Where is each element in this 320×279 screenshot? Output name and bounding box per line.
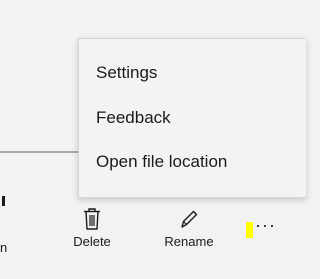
rename-label: Rename [164, 234, 214, 249]
menu-item-settings[interactable]: Settings [96, 62, 157, 84]
more-button[interactable]: ··· [243, 215, 293, 242]
delete-button[interactable]: Delete [66, 208, 118, 250]
more-highlight [246, 222, 253, 238]
menu-item-feedback[interactable]: Feedback [96, 107, 171, 129]
menu-item-open-file-location[interactable]: Open file location [96, 151, 227, 173]
pencil-icon [181, 210, 198, 228]
divider-line [0, 151, 80, 153]
context-menu: Settings Feedback Open file location [78, 38, 306, 198]
trash-icon [84, 208, 100, 230]
edge-icon [2, 196, 5, 206]
rename-button[interactable]: Rename [156, 208, 222, 250]
more-icon: ··· [255, 215, 276, 235]
edge-label: n [0, 240, 8, 255]
delete-label: Delete [73, 234, 111, 249]
